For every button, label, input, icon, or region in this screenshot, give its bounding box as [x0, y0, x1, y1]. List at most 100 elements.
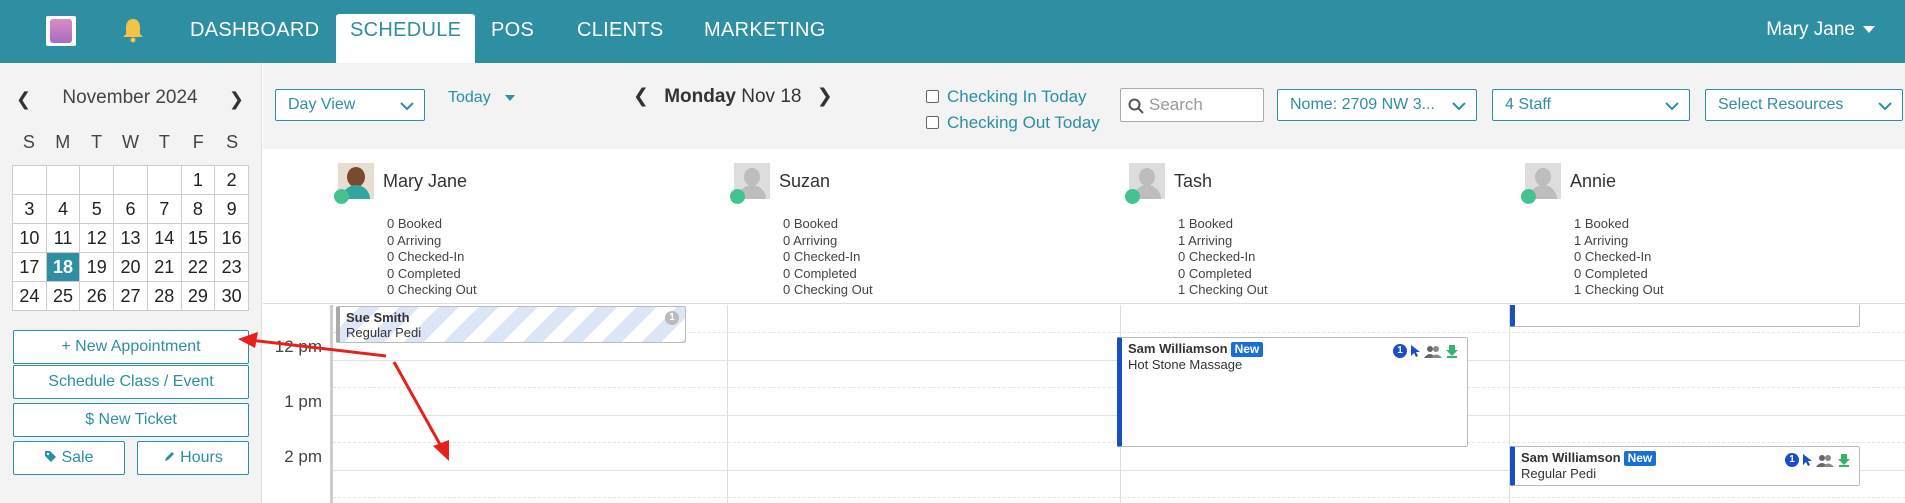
calendar-day[interactable]: 3: [13, 195, 47, 224]
appointment-card[interactable]: Sam Williamson New Regular Pedi 1: [1510, 446, 1860, 486]
calendar-day[interactable]: 4: [46, 195, 81, 224]
calendar-day[interactable]: 30: [215, 282, 249, 311]
search-input[interactable]: Search: [1120, 88, 1264, 122]
schedule-grid[interactable]: 12 pm 1 pm 2 pm Sue Smith Regular Pedi 1…: [263, 305, 1905, 503]
chevron-left-icon[interactable]: ❮: [633, 86, 649, 107]
calendar-empty-cell: [46, 166, 81, 195]
stat-completed: 0 Completed: [1178, 265, 1252, 281]
checking-in-filter[interactable]: Checking In Today: [926, 87, 1087, 107]
time-gutter: 12 pm 1 pm 2 pm: [263, 305, 333, 503]
top-nav-bar: DASHBOARD SCHEDULE POS CLIENTS MARKETING…: [0, 0, 1905, 63]
calendar-day[interactable]: 14: [147, 224, 182, 253]
staff-stats: 1 Booked 1 Arriving 0 Checked-In 0 Compl…: [1178, 216, 1268, 299]
grid-line: [333, 497, 1905, 498]
stat-booked: 1 Booked: [1178, 216, 1233, 231]
appointment-card[interactable]: [1510, 305, 1860, 327]
calendar-day[interactable]: 17: [13, 253, 47, 282]
staff-column-header[interactable]: Tash 1 Booked 1 Arriving 0 Checked-In 0 …: [1125, 163, 1429, 299]
calendar-day[interactable]: 28: [147, 282, 182, 311]
time-label: 2 pm: [284, 447, 322, 466]
staff-name: Tash: [1174, 171, 1213, 191]
calendar-day[interactable]: 5: [80, 195, 115, 224]
calendar-day[interactable]: 20: [114, 253, 148, 282]
calendar-day[interactable]: 9: [215, 195, 249, 224]
stat-booked: 0 Booked: [783, 216, 838, 231]
user-menu[interactable]: Mary Jane: [1766, 0, 1875, 60]
chevron-down-icon: [1452, 102, 1466, 111]
checking-out-filter[interactable]: Checking Out Today: [926, 113, 1100, 133]
resources-select[interactable]: Select Resources: [1705, 89, 1903, 121]
calendar-day[interactable]: 16: [215, 224, 249, 253]
weekday-label: M: [55, 132, 71, 152]
checkbox[interactable]: [926, 116, 939, 129]
chevron-down-icon: [1665, 102, 1679, 111]
sale-label: Sale: [61, 449, 94, 466]
stat-completed: 0 Completed: [1574, 265, 1648, 281]
appointment-card[interactable]: Sam Williamson New Hot Stone Massage 1: [1117, 337, 1468, 447]
staff-select[interactable]: 4 Staff: [1492, 89, 1690, 121]
calendar-day[interactable]: 29: [181, 282, 216, 311]
calendar-day[interactable]: 6: [114, 195, 148, 224]
nav-dashboard[interactable]: DASHBOARD: [190, 0, 319, 63]
stat-checking-out: 0 Checking Out: [387, 282, 477, 297]
calendar-day[interactable]: 8: [181, 195, 216, 224]
calendar-month-title: November 2024: [62, 87, 198, 108]
calendar-day[interactable]: 26: [80, 282, 115, 311]
staff-stats: 0 Booked 0 Arriving 0 Checked-In 0 Compl…: [783, 216, 873, 299]
calendar-day[interactable]: 19: [80, 253, 115, 282]
new-appointment-button[interactable]: + New Appointment: [13, 330, 249, 364]
weekday-label: T: [91, 132, 103, 152]
new-ticket-button[interactable]: $ New Ticket: [13, 403, 249, 437]
hours-button[interactable]: Hours: [137, 441, 249, 475]
calendar-day[interactable]: 22: [181, 253, 216, 282]
chevron-right-icon[interactable]: ❯: [817, 86, 833, 107]
appointment-card[interactable]: Sue Smith Regular Pedi 1: [336, 306, 686, 343]
column-divider: [727, 305, 728, 503]
schedule-class-button[interactable]: Schedule Class / Event: [13, 365, 249, 399]
chevron-right-icon[interactable]: ❯: [229, 89, 244, 110]
calendar-day[interactable]: 10: [13, 224, 47, 253]
calendar-day[interactable]: 7: [147, 195, 182, 224]
view-select[interactable]: Day View: [275, 89, 425, 121]
calendar-day[interactable]: 15: [181, 224, 216, 253]
staff-column-header[interactable]: Annie 1 Booked 1 Arriving 0 Checked-In 0…: [1521, 163, 1825, 298]
location-select-value: Nome: 2709 NW 3...: [1290, 96, 1435, 113]
left-panel: ❮ November 2024 ❯ S M T W T F S 12345678…: [0, 63, 262, 503]
count-badge: 1: [1393, 344, 1407, 358]
staff-column-header[interactable]: Suzan 0 Booked 0 Arriving 0 Checked-In 0…: [730, 163, 1034, 299]
online-status-icon: [1125, 189, 1140, 204]
online-status-icon: [730, 189, 745, 204]
time-label: 1 pm: [284, 392, 322, 411]
calendar-day[interactable]: 2: [215, 166, 249, 195]
calendar-empty-cell: [13, 166, 47, 195]
sale-button[interactable]: Sale: [13, 441, 125, 475]
calendar-day[interactable]: 21: [147, 253, 182, 282]
calendar-day[interactable]: 25: [46, 282, 81, 311]
today-button[interactable]: Today: [448, 89, 515, 107]
online-status-icon: [334, 189, 349, 204]
tag-icon: [45, 451, 57, 462]
calendar-day[interactable]: 12: [80, 224, 115, 253]
new-badge: New: [1230, 342, 1264, 357]
app-logo[interactable]: [46, 16, 76, 46]
nav-clients[interactable]: CLIENTS: [577, 0, 664, 63]
calendar-day[interactable]: 24: [13, 282, 47, 311]
nav-schedule[interactable]: SCHEDULE: [336, 14, 476, 63]
staff-column-header[interactable]: Mary Jane 0 Booked 0 Arriving 0 Checked-…: [334, 163, 638, 298]
bell-icon[interactable]: [122, 17, 144, 43]
calendar-day[interactable]: 13: [114, 224, 148, 253]
stat-completed: 0 Completed: [783, 265, 857, 281]
nav-pos[interactable]: POS: [491, 0, 534, 63]
calendar-day[interactable]: 1: [181, 166, 216, 195]
chevron-down-icon: [1863, 26, 1875, 34]
location-select[interactable]: Nome: 2709 NW 3...: [1277, 89, 1477, 121]
calendar-day[interactable]: 23: [215, 253, 249, 282]
stat-booked: 1 Booked: [1574, 216, 1629, 231]
calendar-day[interactable]: 18: [46, 253, 81, 282]
checkbox[interactable]: [926, 90, 939, 103]
calendar-day[interactable]: 11: [46, 224, 81, 253]
group-icon: [1816, 454, 1834, 467]
calendar-empty-cell: [147, 166, 182, 195]
calendar-day[interactable]: 27: [114, 282, 148, 311]
nav-marketing[interactable]: MARKETING: [704, 0, 826, 63]
